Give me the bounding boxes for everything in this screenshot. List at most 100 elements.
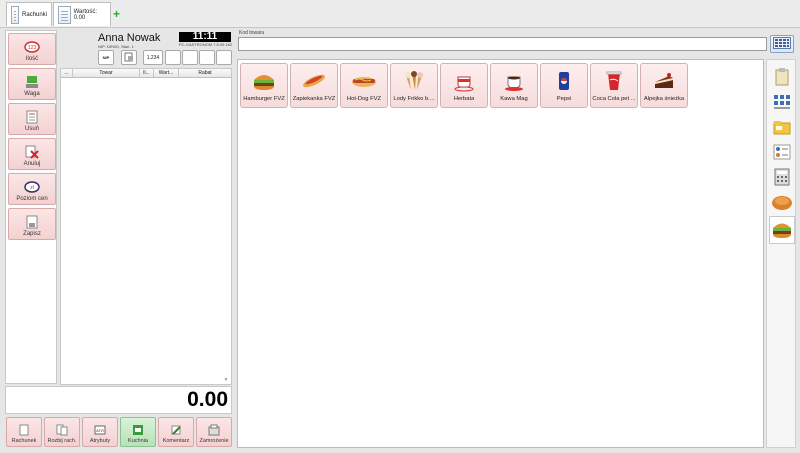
document-button[interactable] <box>121 50 137 65</box>
tea-icon <box>449 69 479 93</box>
price-level-icon: zł <box>24 180 40 194</box>
tab-current-receipt[interactable]: Wartość: 0.00 <box>53 2 111 26</box>
comment-icon <box>169 424 183 436</box>
save-button-label: Zapisz <box>23 231 41 237</box>
receipt-table[interactable]: ... Towar Il... Wart... Rabat ▼ <box>60 68 232 385</box>
attributes-button-label: Atrybuty <box>89 438 111 444</box>
product-alpejka[interactable]: Alpejka śnieżka <box>640 63 688 108</box>
split-receipt-button-label: Rozbij rach. <box>47 438 77 444</box>
column-product[interactable]: Towar <box>73 69 140 77</box>
category-bread[interactable] <box>769 191 795 215</box>
product-hotdog[interactable]: Hot-Dog FVZ <box>340 63 388 108</box>
pos-header: Anna Nowak NIP: DEMO, Stan. 1 11:11 PC-G… <box>60 30 232 68</box>
folder-icon <box>773 119 791 137</box>
split-receipt-button[interactable]: Rozbij rach. <box>44 417 80 447</box>
scale-icon <box>24 75 40 89</box>
blank-button-3[interactable] <box>199 50 215 65</box>
save-icon <box>24 215 40 229</box>
product-zapiekanka[interactable]: Zapiekanka FVZ <box>290 63 338 108</box>
tab-receipts-label: Rachunki <box>21 11 47 18</box>
quantity-button-label: Ilość <box>25 56 39 62</box>
blank-button-1[interactable] <box>165 50 181 65</box>
product-label: Pepsi <box>556 96 572 102</box>
product-herbata[interactable]: Herbata <box>440 63 488 108</box>
quantity-button[interactable]: 123 Ilość <box>8 33 56 65</box>
coffee-icon <box>499 69 529 93</box>
add-tab-button[interactable]: + <box>113 8 125 20</box>
product-coca-cola[interactable]: Coca Cola pet ... <box>590 63 638 108</box>
attributes-button[interactable]: ATR Atrybuty <box>82 417 118 447</box>
column-select[interactable]: ... <box>61 69 73 77</box>
blank-button-4[interactable] <box>216 50 232 65</box>
table-header: ... Towar Il... Wart... Rabat <box>61 69 231 78</box>
category-clipboard[interactable] <box>769 66 795 90</box>
user-info: NIP: DEMO, Stan. 1 <box>98 44 134 49</box>
tab-receipts[interactable]: Rachunki <box>6 2 52 26</box>
receipts-icon <box>11 5 19 24</box>
tab-bar: Rachunki Wartość: 0.00 + <box>0 0 800 28</box>
cancel-icon <box>24 145 40 159</box>
category-grid[interactable] <box>769 91 795 115</box>
keypad-icon <box>773 37 791 51</box>
bottom-action-bar: Rachunek Rozbij rach. ATR Atrybuty Kuchn… <box>5 416 232 448</box>
kitchen-button-label: Kuchnia <box>128 438 148 444</box>
weight-button-label: Waga <box>24 91 40 97</box>
product-lody-frikko[interactable]: Lody Frikko b.... <box>390 63 438 108</box>
plus-icon: + <box>113 7 121 21</box>
user-name: Anna Nowak <box>98 32 161 44</box>
category-settings-list[interactable] <box>769 141 795 165</box>
clipboard-icon <box>775 68 789 88</box>
product-label: Coca Cola pet ... <box>592 96 636 102</box>
receipt-button[interactable]: Rachunek <box>6 417 42 447</box>
delete-button[interactable]: Usuń <box>8 103 56 135</box>
attributes-icon: ATR <box>93 424 107 436</box>
column-value[interactable]: Wart... <box>154 69 179 77</box>
price-button[interactable]: 1.234 <box>143 50 163 65</box>
product-label: Kawa Mag <box>500 96 528 102</box>
product-code-input[interactable] <box>238 37 767 51</box>
save-button[interactable]: Zapisz <box>8 208 56 240</box>
cola-cup-icon <box>599 69 629 93</box>
comment-button[interactable]: Komentarz <box>158 417 194 447</box>
price-level-button[interactable]: zł Poziom cen <box>8 173 56 205</box>
category-burgers[interactable] <box>769 216 795 244</box>
comment-button-label: Komentarz <box>162 438 190 444</box>
column-discount[interactable]: Rabat <box>179 69 231 77</box>
category-folder[interactable] <box>769 116 795 140</box>
kitchen-button[interactable]: Kuchnia <box>120 417 156 447</box>
price-button-label: 1.234 <box>146 54 160 61</box>
calculator-icon <box>774 168 790 188</box>
freeze-icon <box>207 424 221 436</box>
column-quantity[interactable]: Il... <box>140 69 154 77</box>
product-grid: Hamburger FVZ Zapiekanka FVZ Hot-Dog FVZ… <box>237 59 764 448</box>
delete-icon <box>24 110 40 124</box>
receipt-button-label: Rachunek <box>11 438 37 444</box>
svg-text:ATR: ATR <box>96 428 104 433</box>
nip-button[interactable]: NIP <box>98 50 114 65</box>
category-strip <box>766 59 796 448</box>
delete-button-label: Usuń <box>24 126 39 132</box>
keypad-button[interactable] <box>770 35 794 53</box>
category-calculator[interactable] <box>769 166 795 190</box>
product-kawa[interactable]: Kawa Mag <box>490 63 538 108</box>
document-icon <box>124 52 134 64</box>
kitchen-icon <box>131 424 145 436</box>
price-level-button-label: Poziom cen <box>16 196 48 202</box>
product-label: Zapiekanka FVZ <box>292 96 336 102</box>
product-hamburger[interactable]: Hamburger FVZ <box>240 63 288 108</box>
cake-icon <box>649 69 679 93</box>
product-label: Alpejka śnieżka <box>643 96 685 102</box>
quantity-icon: 123 <box>24 40 40 54</box>
scroll-down-arrow-icon[interactable]: ▼ <box>222 377 230 383</box>
product-pepsi[interactable]: Pepsi <box>540 63 588 108</box>
total-value: 0.00 <box>187 388 228 411</box>
baguette-icon <box>299 69 329 93</box>
nip-button-label: NIP <box>102 55 110 60</box>
freeze-button[interactable]: Zamrożenie <box>196 417 232 447</box>
ice-cream-icon <box>399 69 429 93</box>
cancel-button[interactable]: Anuluj <box>8 138 56 170</box>
bread-icon <box>771 193 793 213</box>
settings-list-icon <box>773 144 791 162</box>
blank-button-2[interactable] <box>182 50 198 65</box>
weight-button[interactable]: Waga <box>8 68 56 100</box>
